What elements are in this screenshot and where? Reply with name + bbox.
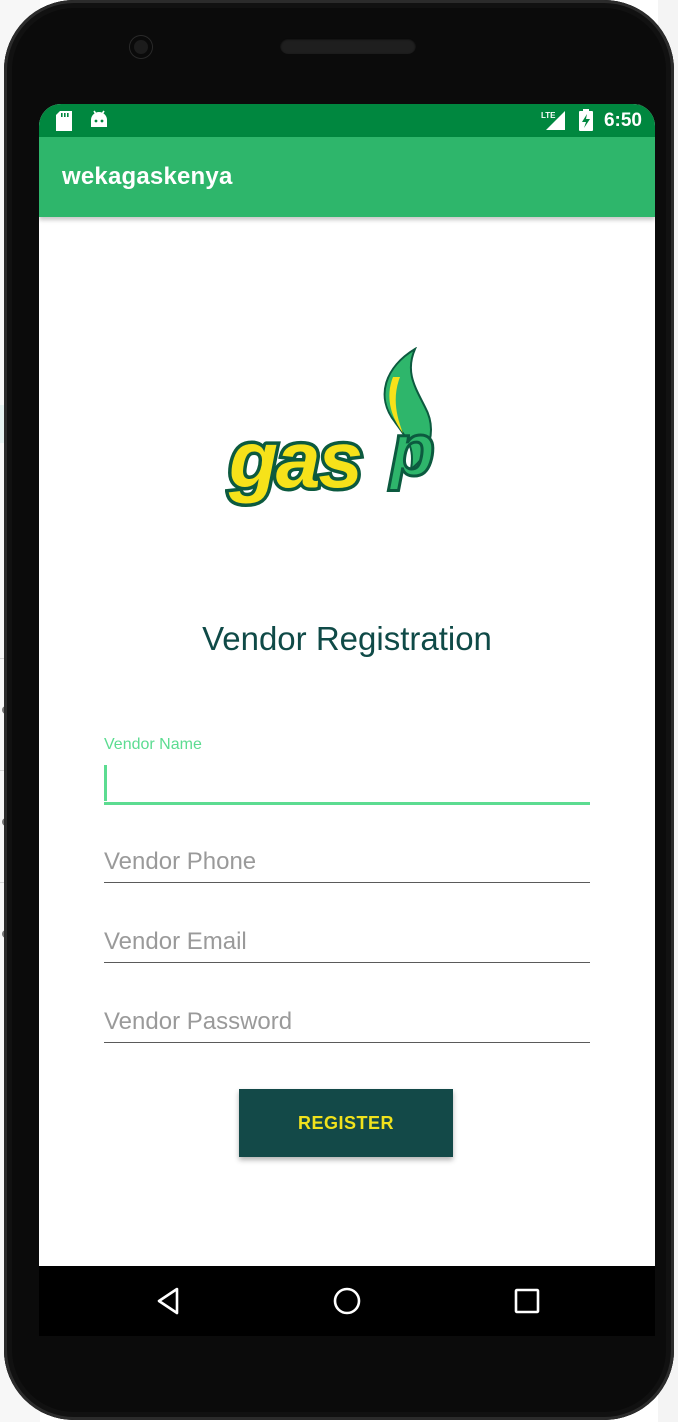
vendor-email-underline (104, 962, 590, 963)
battery-charging-icon (579, 109, 593, 131)
vendor-phone-field[interactable] (104, 842, 590, 884)
sd-card-icon (56, 111, 72, 131)
android-debug-icon (91, 110, 107, 127)
earpiece-speaker (280, 38, 416, 54)
vendor-phone-input[interactable] (104, 842, 590, 882)
vendor-name-input[interactable] (104, 764, 590, 804)
logo-wordmark: gas (228, 415, 361, 504)
home-icon[interactable] (332, 1286, 362, 1316)
navigation-bar (39, 1266, 655, 1336)
vendor-email-input[interactable] (104, 922, 590, 962)
vendor-name-field[interactable]: Vendor Name (104, 736, 590, 806)
app-bar: wekagaskenya (39, 137, 655, 217)
vendor-password-underline (104, 1042, 590, 1043)
lte-signal-icon: LTE (541, 111, 565, 130)
app-title: wekagaskenya (62, 163, 233, 190)
status-time: 6:50 (603, 110, 642, 131)
vendor-password-input[interactable] (104, 1002, 590, 1042)
vendor-password-field[interactable] (104, 1002, 590, 1044)
status-bar: LTE 6:50 (39, 104, 655, 137)
gas-logo: p gas (225, 347, 437, 508)
vendor-name-underline (104, 802, 590, 805)
vendor-phone-underline (104, 882, 590, 883)
back-icon[interactable] (155, 1286, 181, 1316)
vendor-email-field[interactable] (104, 922, 590, 964)
page-title: Vendor Registration (202, 620, 492, 657)
front-camera (130, 36, 152, 58)
svg-text:p: p (388, 408, 435, 491)
recents-icon[interactable] (514, 1288, 540, 1314)
register-button[interactable]: REGISTER (239, 1089, 453, 1157)
vendor-name-label: Vendor Name (104, 736, 202, 753)
svg-text:LTE: LTE (541, 111, 556, 120)
device-screen: LTE 6:50 wekagaskenya p gas Vendor Regis… (39, 104, 655, 1336)
phone-frame: LTE 6:50 wekagaskenya p gas Vendor Regis… (4, 0, 674, 1420)
